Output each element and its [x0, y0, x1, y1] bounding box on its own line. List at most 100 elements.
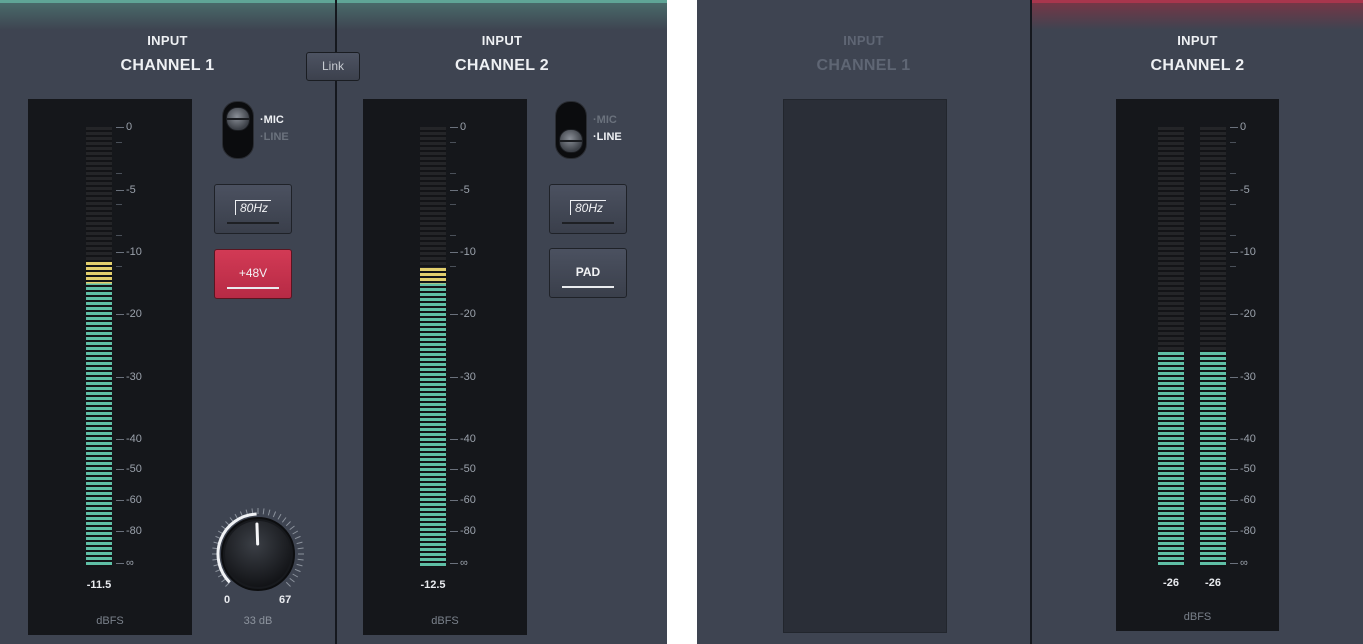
scale-tick	[1230, 252, 1238, 254]
empty-meter-channel-1	[783, 99, 947, 633]
scale-tick	[1230, 530, 1238, 532]
scale-tick	[1230, 500, 1238, 502]
scale-tick	[450, 127, 458, 128]
scale-minor-tick	[450, 266, 456, 267]
right-panel: INPUT CHANNEL 1 INPUT CHANNEL 2 0 -5 -10 -2…	[697, 0, 1363, 644]
scale-tick	[450, 252, 458, 254]
scale-tick	[450, 469, 458, 471]
scale-tick	[116, 469, 124, 471]
strip-channel-1: INPUT CHANNEL 1 0 -5 -10 -20 -30 -40 -50 -60 -80…	[0, 0, 335, 644]
knob-tick	[272, 511, 277, 518]
strip-channel-1-disabled: INPUT CHANNEL 1	[697, 0, 1030, 644]
scale-label: -10	[1240, 246, 1256, 259]
channel-2-title: CHANNEL 2	[455, 57, 549, 74]
scale-label: -80	[1240, 524, 1256, 537]
scale-tick	[450, 562, 458, 564]
strip-channel-2-stereo: INPUT CHANNEL 2 0 -5 -10 -20 -30 -40 -50 -60 -80…	[1032, 0, 1363, 644]
scale-tick	[116, 127, 124, 128]
channel-1-header-sub: INPUT	[843, 33, 884, 48]
scale-tick	[450, 376, 458, 378]
line-option[interactable]: ·LINE	[260, 131, 289, 143]
scale-tick	[450, 189, 458, 191]
scale-label: -60	[460, 494, 476, 507]
knob-tick	[289, 577, 295, 583]
channel-2-header-sub: INPUT	[481, 33, 523, 48]
scale-tick	[1230, 438, 1238, 440]
channel-2-header-sub: INPUT	[1177, 33, 1218, 48]
scale-tick	[1230, 314, 1238, 315]
left-panel: INPUT CHANNEL 1 0 -5 -10 -20 -30 -40 -50 -60 -80…	[0, 0, 667, 644]
scale-label: -5	[1240, 183, 1250, 196]
knob-tick	[281, 517, 287, 523]
scale-tick	[1230, 562, 1238, 564]
scale-minor-tick	[450, 204, 456, 205]
scale-tick	[116, 189, 124, 191]
button-indicator	[562, 286, 614, 288]
meter-fill	[1200, 351, 1226, 567]
knob-tick	[289, 525, 295, 531]
channel-1-title: CHANNEL 1	[816, 57, 911, 74]
meter-unit: dBFS	[431, 615, 459, 627]
scale-label: -10	[126, 246, 142, 259]
button-indicator	[227, 222, 279, 224]
mic-option[interactable]: ·MIC	[260, 114, 284, 126]
scale-label: -40	[460, 432, 476, 445]
knob-tick	[285, 521, 291, 527]
knob-tick	[297, 547, 304, 550]
phantom-power-button[interactable]: +48V	[214, 249, 292, 299]
scale-minor-tick	[116, 266, 122, 267]
right-panel-top-line	[1032, 0, 1363, 3]
level-meter-channel-2: 0 -5 -10 -20 -30 -40 -50 -60 -80 ∞ -12.5 dBFS	[363, 99, 527, 635]
scale-label: -5	[460, 183, 470, 196]
scale-minor-tick	[1230, 142, 1236, 143]
knob-tick	[296, 541, 303, 545]
scale-tick	[116, 376, 124, 378]
strip-channel-2: INPUT CHANNEL 2 0 -5 -10 -20 -30 -40 -50 -60 -80…	[337, 0, 667, 644]
hpf-80hz-button[interactable]: 80Hz	[549, 184, 627, 234]
scale-label: -50	[1240, 463, 1256, 476]
scale-minor-tick	[116, 142, 122, 143]
gain-min-label: 0	[224, 594, 231, 606]
knob-tick	[277, 513, 282, 520]
scale-minor-tick	[450, 235, 456, 236]
meter-fill	[86, 261, 112, 567]
hpf-80hz-button[interactable]: 80Hz	[214, 184, 292, 234]
stereo-level-meter: 0 -5 -10 -20 -30 -40 -50 -60 -80 ∞ -26 -26 dBFS	[1116, 99, 1279, 631]
knob-pointer	[255, 522, 260, 546]
scale-minor-tick	[116, 204, 122, 205]
scale-label: -20	[1240, 308, 1256, 320]
scale-tick	[116, 500, 124, 502]
scale-tick	[450, 530, 458, 532]
mic-line-toggle[interactable]	[222, 101, 254, 159]
knob-tick	[267, 509, 271, 516]
phantom-label: +48V	[238, 266, 268, 280]
scale-minor-tick	[450, 173, 456, 174]
mic-line-toggle[interactable]	[555, 101, 587, 159]
channel-1-title: CHANNEL 1	[120, 57, 215, 74]
pad-button[interactable]: PAD	[549, 248, 627, 298]
gain-knob-graphic	[212, 508, 304, 591]
knob-tick	[292, 530, 299, 535]
meter-fill	[420, 267, 446, 567]
scale-tick	[116, 530, 124, 532]
meter-scale: 0 -5 -10 -20 -30 -40 -50 -60 -80 ∞	[1230, 121, 1278, 569]
scale-label: -50	[460, 463, 476, 476]
mic-option[interactable]: ·MIC	[593, 114, 617, 126]
scale-label: -60	[126, 494, 142, 507]
meter-scale: 0 -5 -10 -20 -30 -40 -50 -60 -80 ∞	[450, 121, 520, 569]
scale-label: ∞	[126, 556, 134, 569]
scale-label: -80	[126, 524, 142, 537]
scale-tick	[1230, 469, 1238, 471]
right-panel-accent	[1032, 0, 1363, 30]
meter-bar	[86, 127, 112, 567]
scale-label: 0	[1240, 121, 1247, 133]
scale-minor-tick	[116, 173, 122, 174]
scale-label: -80	[460, 524, 476, 537]
line-option[interactable]: ·LINE	[593, 131, 622, 143]
scale-label: -30	[1240, 370, 1256, 383]
knob-tick	[292, 573, 299, 578]
gain-knob[interactable]	[208, 504, 308, 604]
hpf-label: 80Hz	[569, 200, 606, 215]
level-meter-channel-1: 0 -5 -10 -20 -30 -40 -50 -60 -80 ∞ -11.5 dBFS	[28, 99, 192, 635]
scale-label: 0	[126, 121, 133, 133]
